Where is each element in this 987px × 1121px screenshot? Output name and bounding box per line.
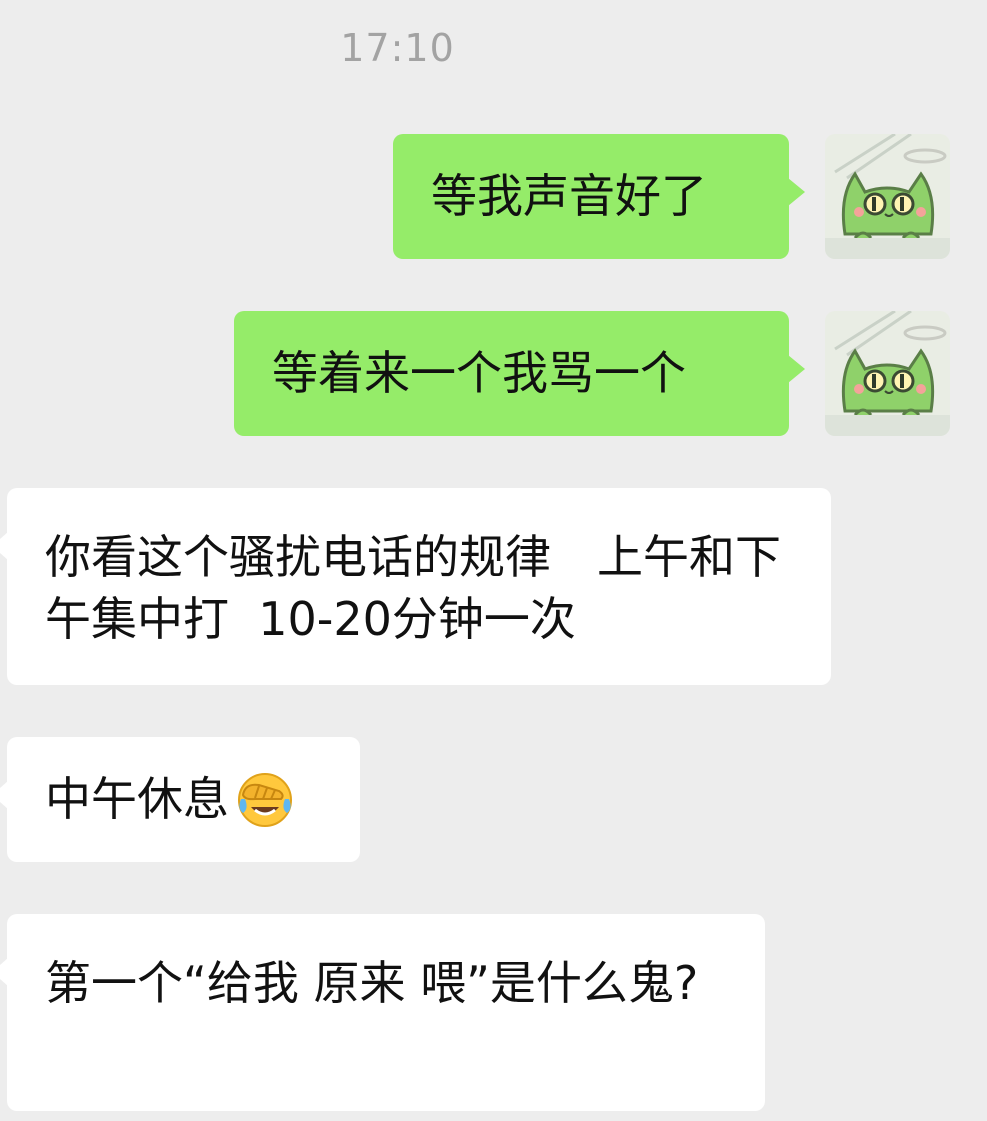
avatar[interactable] <box>825 134 950 259</box>
message-text: 中午休息 <box>45 772 229 826</box>
message-text: 等着来一个我骂一个 <box>272 346 686 400</box>
message-bubble-incoming[interactable]: 第一个“给我 原来 喂”是什么鬼? <box>0 914 765 1111</box>
green-cat-avatar-icon <box>825 134 950 259</box>
message-bubble-outgoing[interactable]: 等我声音好了 <box>393 134 805 259</box>
green-cat-avatar-icon <box>825 311 950 436</box>
message-text: 等我声音好了 <box>431 169 707 223</box>
message-bubble-incoming[interactable]: 中午休息 <box>0 737 360 862</box>
message-text: 第一个“给我 原来 喂”是什么鬼? <box>45 956 699 1010</box>
face-palm-crying-emoji-icon <box>238 772 292 827</box>
chat-timestamp: 17:10 <box>340 26 455 70</box>
message-bubble-outgoing[interactable]: 等着来一个我骂一个 <box>234 311 805 436</box>
avatar[interactable] <box>825 311 950 436</box>
message-bubble-incoming[interactable]: 你看这个骚扰电话的规律 上午和下午集中打 10-20分钟一次 <box>0 488 831 685</box>
message-text: 你看这个骚扰电话的规律 上午和下午集中打 10-20分钟一次 <box>45 530 781 646</box>
